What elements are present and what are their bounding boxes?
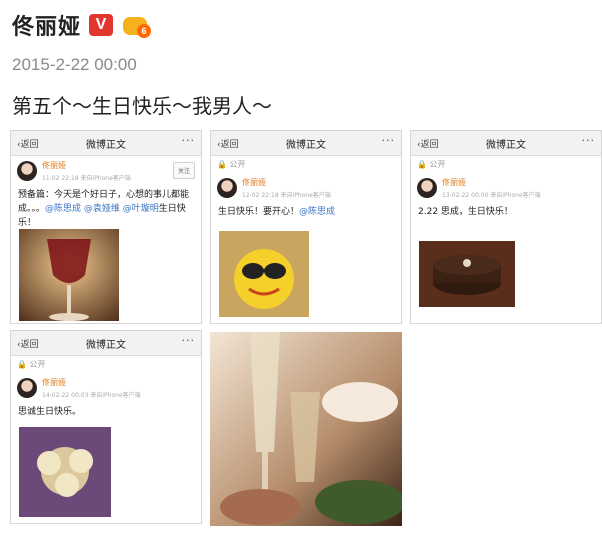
page-title: 微博正文: [86, 340, 126, 351]
post-text: 第五个～生日快乐～我男人～: [12, 94, 272, 118]
image-thumbnail-3[interactable]: ‹返回 微博正文 ··· 🔒 公开 佟丽娅 13-02-22 00:00 来自i…: [410, 130, 602, 324]
image-thumbnail-1[interactable]: ‹返回 微博正文 ··· 佟丽娅 11-02 22:18 来自iPhone客户端…: [10, 130, 202, 324]
champagne-toast-photo[interactable]: [210, 332, 402, 526]
post-meta: 12-02 22:18 来自iPhone客户端: [242, 192, 331, 199]
post-body: 2.22 思成，生日快乐！: [418, 207, 513, 217]
post-body: 思诚生日快乐。: [18, 407, 82, 417]
mentions: @陈思成 @袁娅维 @叶璇明: [45, 204, 159, 214]
post-timestamp[interactable]: 2015-2-22 00:00: [12, 55, 137, 75]
user-row: 佟丽娅 14-02-22 00:03 来自iPhone客户端: [11, 373, 201, 403]
page-title: 微博正文: [86, 140, 126, 151]
weibo-topbar: ‹返回 微博正文 ···: [411, 131, 601, 156]
user-name: 佟丽娅: [42, 378, 66, 387]
avatar: [217, 178, 237, 198]
avatar: [17, 161, 37, 181]
post-meta: 11-02 22:18 来自iPhone客户端: [42, 175, 131, 182]
public-label: 🔒 公开: [217, 160, 246, 169]
post-body-text: 生日快乐！要开心！: [218, 207, 300, 217]
avatar: [17, 378, 37, 398]
page-title: 微博正文: [486, 140, 526, 151]
cartoon-photo: [219, 231, 309, 317]
image-thumbnail-4[interactable]: ‹返回 微博正文 ··· 🔒 公开 佟丽娅 14-02-22 00:03 来自i…: [10, 330, 202, 524]
crown-icon[interactable]: 6: [121, 11, 152, 39]
weibo-topbar: ‹返回 微博正文 ···: [211, 131, 401, 156]
user-row: 佟丽娅 12-02 22:18 来自iPhone客户端: [211, 173, 401, 203]
verified-badge-icon[interactable]: V: [89, 14, 114, 36]
more-dots-icon: ···: [181, 134, 195, 147]
more-dots-icon: ···: [381, 134, 395, 147]
post-meta: 13-02-22 00:00 来自iPhone客户端: [442, 192, 541, 199]
page-title: 微博正文: [286, 140, 326, 151]
more-dots-icon: ···: [581, 134, 595, 147]
more-dots-icon: ···: [181, 334, 195, 347]
avatar: [417, 178, 437, 198]
follow-button: 关注: [172, 162, 195, 179]
public-label: 🔒 公开: [417, 160, 446, 169]
mentions: @陈思成: [299, 207, 336, 217]
champagne-toast-image: [210, 332, 402, 526]
user-row: 佟丽娅 13-02-22 00:00 来自iPhone客户端: [411, 173, 601, 203]
user-name: 佟丽娅: [442, 178, 466, 187]
wine-glass-photo: [19, 229, 119, 321]
flowers-photo: [19, 427, 111, 517]
user-row: 佟丽娅 11-02 22:18 来自iPhone客户端 关注: [11, 156, 201, 186]
author-name[interactable]: 佟丽娅: [12, 9, 81, 41]
cake-photo: [419, 241, 515, 307]
post-header: 佟丽娅 V 6: [12, 8, 152, 42]
user-name: 佟丽娅: [42, 161, 66, 170]
post-meta: 14-02-22 00:03 来自iPhone客户端: [42, 392, 141, 399]
member-level: 6: [137, 24, 152, 38]
user-name: 佟丽娅: [242, 178, 266, 187]
post-body: 预备篇：今天是个好日子，心想的事儿都能成。。。@陈思成 @袁娅维 @叶璇明生日快…: [11, 186, 201, 232]
weibo-topbar: ‹返回 微博正文 ···: [11, 131, 201, 156]
image-thumbnail-2[interactable]: ‹返回 微博正文 ··· 🔒 公开 佟丽娅 12-02 22:18 来自iPho…: [210, 130, 402, 324]
post-body: 生日快乐！要开心！@陈思成: [211, 203, 401, 221]
public-label: 🔒 公开: [17, 360, 46, 369]
weibo-topbar: ‹返回 微博正文 ···: [11, 331, 201, 356]
